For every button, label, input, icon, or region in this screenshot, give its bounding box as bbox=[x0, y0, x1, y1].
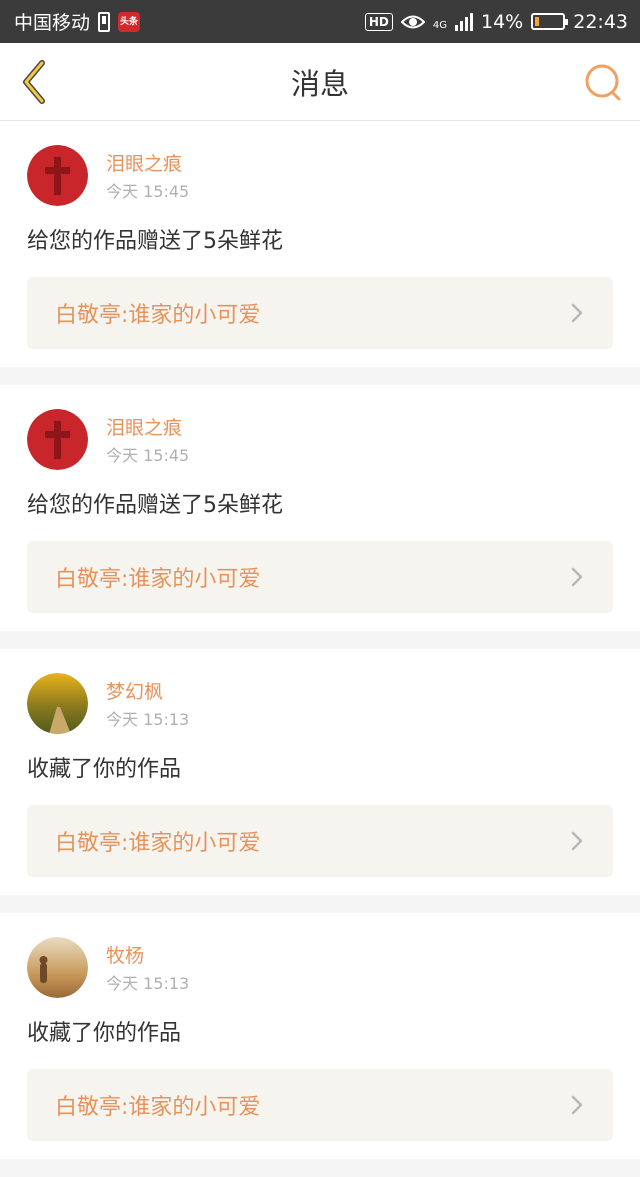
work-title: 白敬亭:谁家的小可爱 bbox=[55, 1095, 261, 1120]
username[interactable]: 泪眼之痕 bbox=[106, 153, 189, 175]
search-icon[interactable] bbox=[584, 63, 624, 103]
network-type-label: 4G bbox=[432, 19, 447, 31]
message-text: 给您的作品赠送了5朵鲜花 bbox=[27, 493, 283, 518]
work-link[interactable]: 白敬亭:谁家的小可爱 bbox=[27, 805, 613, 877]
message-text: 收藏了你的作品 bbox=[27, 757, 182, 782]
message-text: 给您的作品赠送了5朵鲜花 bbox=[27, 229, 283, 254]
work-title: 白敬亭:谁家的小可爱 bbox=[55, 303, 261, 328]
message-time: 今天 15:13 bbox=[106, 974, 190, 993]
status-bar: 中国移动 头条 HD 4G 14% 22:43 bbox=[0, 0, 640, 43]
chevron-right-icon bbox=[571, 567, 583, 587]
work-title: 白敬亭:谁家的小可爱 bbox=[55, 567, 261, 592]
carrier-label: 中国移动 bbox=[14, 12, 91, 34]
message-time: 今天 15:45 bbox=[106, 182, 190, 201]
message-card: 梦幻枫 今天 15:13 收藏了你的作品 白敬亭:谁家的小可爱 bbox=[0, 649, 640, 895]
user-avatar[interactable] bbox=[27, 409, 88, 470]
chevron-right-icon bbox=[571, 831, 583, 851]
page-title: 消息 bbox=[290, 66, 349, 101]
hd-icon: HD bbox=[364, 12, 393, 31]
work-link[interactable]: 白敬亭:谁家的小可爱 bbox=[27, 1069, 613, 1141]
clock: 22:43 bbox=[573, 10, 628, 33]
toutiao-app-icon: 头条 bbox=[118, 11, 141, 32]
message-card: 牧杨 今天 15:13 收藏了你的作品 白敬亭:谁家的小可爱 bbox=[0, 913, 640, 1159]
username[interactable]: 泪眼之痕 bbox=[106, 417, 189, 439]
eye-icon bbox=[400, 15, 425, 28]
message-text: 收藏了你的作品 bbox=[27, 1021, 182, 1046]
message-time: 今天 15:13 bbox=[106, 710, 190, 729]
message-card: 泪眼之痕 今天 15:45 给您的作品赠送了5朵鲜花 白敬亭:谁家的小可爱 bbox=[0, 385, 640, 631]
work-link[interactable]: 白敬亭:谁家的小可爱 bbox=[27, 277, 613, 349]
work-title: 白敬亭:谁家的小可爱 bbox=[55, 831, 261, 856]
top-nav-bar: 消息 bbox=[0, 43, 640, 121]
battery-percent: 14% bbox=[481, 10, 524, 33]
chevron-right-icon bbox=[571, 303, 583, 323]
back-arrow-icon[interactable] bbox=[18, 59, 52, 105]
user-avatar[interactable] bbox=[27, 673, 88, 734]
signal-icon bbox=[455, 12, 473, 31]
battery-icon bbox=[531, 13, 569, 30]
message-card: 泪眼之痕 今天 15:45 给您的作品赠送了5朵鲜花 白敬亭:谁家的小可爱 bbox=[0, 121, 640, 367]
user-avatar[interactable] bbox=[27, 145, 88, 206]
message-list: 泪眼之痕 今天 15:45 给您的作品赠送了5朵鲜花 白敬亭:谁家的小可爱 泪眼… bbox=[0, 121, 640, 1177]
work-link[interactable]: 白敬亭:谁家的小可爱 bbox=[27, 541, 613, 613]
username[interactable]: 牧杨 bbox=[106, 945, 189, 967]
message-time: 今天 15:45 bbox=[106, 446, 190, 465]
user-avatar[interactable] bbox=[27, 937, 88, 998]
sim-alert-icon bbox=[98, 11, 111, 32]
chevron-right-icon bbox=[571, 1095, 583, 1115]
username[interactable]: 梦幻枫 bbox=[106, 681, 189, 703]
